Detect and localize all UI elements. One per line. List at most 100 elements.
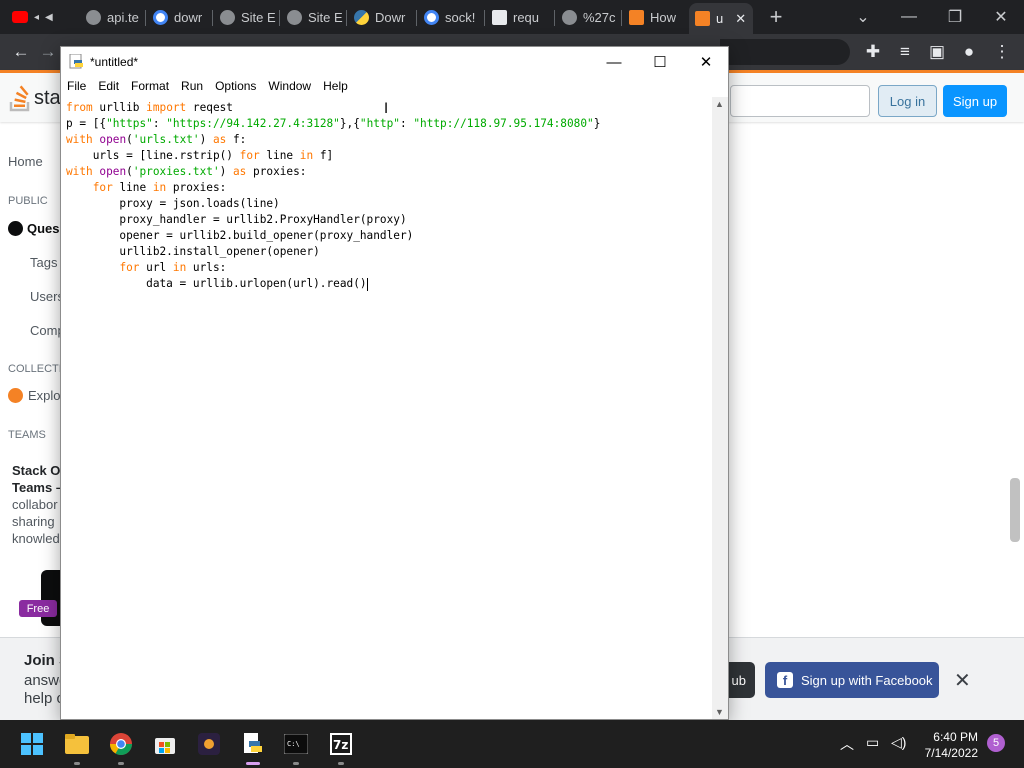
stackoverflow-logo-icon[interactable] [8,85,32,113]
login-button[interactable]: Log in [878,85,937,117]
code-line[interactable]: urls = [line.rstrip() for line in f] [66,148,712,164]
nav-explore-collectives[interactable]: Explo [8,388,61,403]
signup-button[interactable]: Sign up [943,85,1007,117]
store-icon[interactable] [153,732,177,756]
code-line[interactable]: with open('urls.txt') as f: [66,132,712,148]
menu-format[interactable]: Format [125,77,175,97]
tab-python[interactable]: Dowr [348,4,414,30]
tab-site-1[interactable]: Site E [214,4,278,30]
teams-promo-line: sharing [12,514,55,529]
app-icon[interactable] [197,732,221,756]
code-line[interactable]: proxy_handler = urllib2.ProxyHandler(pro… [66,212,712,228]
side-panel-icon[interactable]: ▣ [925,40,949,64]
svg-text:C:\: C:\ [287,740,300,748]
notification-badge[interactable]: 5 [987,734,1005,752]
tab-google-1[interactable]: dowr [147,4,211,30]
editor-scrollbar[interactable]: ▲ ▼ [712,97,728,719]
youtube-icon [12,11,28,23]
code-keyword: in [299,149,314,162]
idle-minimize-icon[interactable]: — [591,47,637,77]
tab-label: dowr [174,9,203,25]
idle-title-bar[interactable]: *untitled* — ☐ ✕ [61,47,728,77]
tab-youtube[interactable]: ◂ ◀ [6,4,76,30]
start-icon[interactable] [20,732,44,756]
clock-time: 6:40 PM [933,730,978,744]
menu-window[interactable]: Window [262,77,317,97]
search-input[interactable] [730,85,870,117]
code-line[interactable]: for line in proxies: [66,180,712,196]
code-text: f: [226,133,247,146]
menu-kebab-icon[interactable]: ⋮ [990,40,1014,64]
nav-questions[interactable]: Ques [8,221,60,236]
menu-run[interactable]: Run [175,77,209,97]
profile-icon[interactable]: ● [957,40,981,64]
code-editor[interactable]: from urllib import reqest p = [{"https": … [61,97,712,719]
menu-file[interactable]: File [61,77,92,97]
code-line[interactable]: urllib2.install_opener(opener) [66,244,712,260]
tab-site-2[interactable]: Site E [281,4,345,30]
code-builtin: open [99,165,127,178]
banner-close-icon[interactable]: ✕ [954,668,971,693]
tab-requests[interactable]: requ [486,4,552,30]
code-line[interactable]: opener = urllib2.build_opener(proxy_hand… [66,228,712,244]
extensions-icon[interactable]: ✚ [861,40,885,64]
minimize-icon[interactable]: — [886,0,932,34]
network-icon[interactable]: ▭ [866,734,879,751]
code-line[interactable]: with open('proxies.txt') as proxies: [66,164,712,180]
code-line[interactable]: data = urllib.urlopen(url).read() [66,276,712,292]
code-text: },{ [339,117,360,130]
clock-date: 7/14/2022 [924,746,978,760]
tab-encoded[interactable]: %27c [556,4,620,30]
tab-search-icon[interactable]: ⌄ [840,0,886,34]
code-text: data = urllib.urlopen(url).read() [66,277,367,290]
close-icon[interactable]: ✕ [978,0,1024,34]
terminal-icon[interactable]: C:\ [284,732,308,756]
menu-edit[interactable]: Edit [92,77,125,97]
chrome-icon[interactable] [109,732,133,756]
python-idle-icon[interactable] [241,732,265,756]
code-line[interactable]: from urllib import reqest [66,100,712,116]
code-line[interactable]: p = [{"https": "https://94.142.27.4:3128… [66,116,712,132]
running-indicator [118,762,124,765]
address-bar[interactable] [720,39,850,65]
running-indicator [293,762,299,765]
idle-editor-window: *untitled* — ☐ ✕ File Edit Format Run Op… [60,46,729,720]
tab-stackoverflow-active[interactable]: u ✕ [689,3,753,34]
nav-users[interactable]: Users [30,289,64,304]
scroll-down-arrow-icon[interactable]: ▼ [715,707,724,717]
code-line[interactable]: proxy = json.loads(line) [66,196,712,212]
scroll-up-arrow-icon[interactable]: ▲ [715,99,724,109]
signup-facebook-button[interactable]: f Sign up with Facebook [765,662,939,698]
globe-icon [8,221,23,236]
code-keyword: with [66,133,93,146]
idle-maximize-icon[interactable]: ☐ [637,47,683,77]
menu-help[interactable]: Help [317,77,354,97]
show-hidden-icons-chevron-icon[interactable]: ︿ [840,734,854,754]
idle-close-icon[interactable]: ✕ [683,47,729,77]
package-icon [492,9,507,25]
code-text: urllib [92,101,147,114]
system-clock[interactable]: 6:40 PM 7/14/2022 [914,729,978,761]
nav-home[interactable]: Home [8,154,43,169]
back-icon[interactable]: ← [9,40,33,64]
code-text: } [593,117,601,130]
tab-api[interactable]: api.te [80,4,144,30]
file-explorer-icon[interactable] [65,732,89,756]
code-string: "http" [359,117,400,130]
page-scrollbar-thumb[interactable] [1010,478,1020,542]
volume-icon[interactable]: ◁) [891,734,906,751]
idle-menu-bar: File Edit Format Run Options Window Help [61,77,728,97]
new-tab-button[interactable]: + [754,0,798,34]
code-line[interactable]: for url in urls: [66,260,712,276]
tab-stackoverflow-1[interactable]: How [623,4,687,30]
maximize-icon[interactable]: ❐ [932,0,978,34]
svg-text:7z: 7z [333,738,348,752]
nav-tags[interactable]: Tags [30,255,57,270]
7zip-icon[interactable]: 7z [329,732,353,756]
code-keyword: from [66,101,93,114]
tab-google-2[interactable]: sock! [418,4,482,30]
media-queue-icon[interactable]: ≡ [893,40,917,64]
forward-icon[interactable]: → [36,40,60,64]
menu-options[interactable]: Options [209,77,262,97]
close-tab-icon[interactable]: ✕ [735,11,746,27]
